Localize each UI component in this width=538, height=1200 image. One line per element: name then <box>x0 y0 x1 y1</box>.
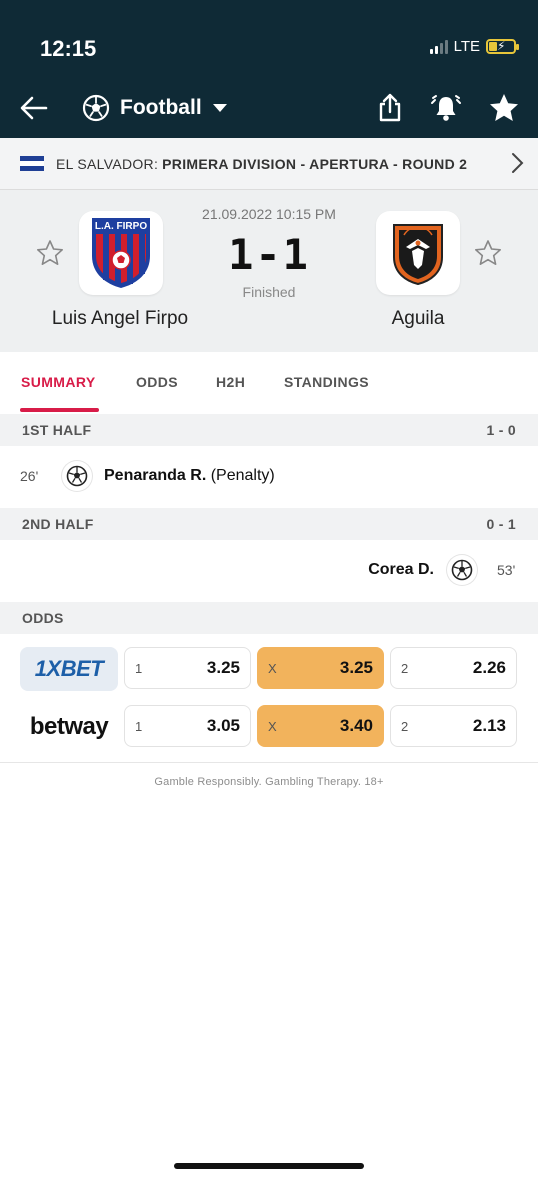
battery-icon: ⚡ <box>486 39 519 54</box>
odds-label-draw: X <box>268 719 277 734</box>
aguila-crest-icon <box>393 224 443 285</box>
share-icon[interactable] <box>374 92 406 124</box>
odds-label-draw: X <box>268 661 277 676</box>
goal-detail: (Penalty) <box>210 467 275 484</box>
goal-ball-icon <box>447 555 477 585</box>
odds-label-home: 1 <box>135 661 143 676</box>
tab-odds[interactable]: ODDS <box>136 374 178 390</box>
bell-icon[interactable] <box>430 92 462 124</box>
chevron-right-icon <box>512 153 524 173</box>
second-half-score: 0 - 1 <box>486 516 516 532</box>
el-salvador-flag-icon <box>20 155 44 172</box>
gamble-responsibly-note[interactable]: Gamble Responsibly. Gambling Therapy. 18… <box>0 776 538 788</box>
odds-cell-away[interactable]: 2 2.26 <box>390 647 517 689</box>
event-minute: 26' <box>20 468 39 484</box>
status-time: 12:15 <box>40 36 97 61</box>
odds-value-home: 3.25 <box>206 658 240 677</box>
bookmaker-name: betway <box>29 713 109 740</box>
odds-value-away: 2.13 <box>472 716 506 735</box>
home-indicator[interactable] <box>174 1163 364 1169</box>
bookmaker-name: 1XBET <box>34 656 104 681</box>
event-row-home-goal[interactable]: 26' Penaranda R. (Penalty) <box>0 446 538 508</box>
chevron-down-icon <box>212 104 227 112</box>
tab-standings[interactable]: STANDINGS <box>284 374 369 390</box>
top-bar: 12:15 LTE ⚡ Football <box>0 0 538 138</box>
goal-ball-icon <box>62 461 92 491</box>
tab-h2h[interactable]: H2H <box>216 374 245 390</box>
odds-row-betway: betway 1 3.05 X 3.40 2 2.13 <box>0 705 538 749</box>
match-header: L.A. FIRPO Luis Angel Firpo 21.09.2022 1… <box>0 190 538 352</box>
signal-icon <box>429 39 448 54</box>
event-player[interactable]: Penaranda R. (Penalty) <box>104 467 275 485</box>
first-half-score: 1 - 0 <box>486 422 516 438</box>
odds-value-draw: 3.25 <box>339 658 373 677</box>
tab-summary[interactable]: SUMMARY <box>21 374 96 390</box>
bookmaker-betway-logo[interactable]: betway <box>20 705 118 749</box>
odds-divider <box>0 762 538 763</box>
second-half-label: 2ND HALF <box>22 516 94 532</box>
odds-label-home: 1 <box>135 719 143 734</box>
odds-cell-home[interactable]: 1 3.05 <box>124 705 251 747</box>
status-indicators: LTE ⚡ <box>429 38 519 55</box>
odds-cell-home[interactable]: 1 3.25 <box>124 647 251 689</box>
odds-row-1xbet: 1XBET 1 3.25 X 3.25 2 2.26 <box>0 647 538 691</box>
event-minute: 53' <box>497 562 516 578</box>
match-tabs: SUMMARY ODDS H2H STANDINGS <box>0 352 538 414</box>
odds-cell-draw[interactable]: X 3.40 <box>257 705 384 747</box>
second-half-header: 2ND HALF 0 - 1 <box>0 508 538 540</box>
scorer-name: Penaranda R. <box>104 467 207 484</box>
sport-selector[interactable]: Football <box>82 92 228 124</box>
scorer-name: Corea D. <box>368 561 434 578</box>
away-favorite-star-icon[interactable] <box>473 238 503 268</box>
odds-value-home: 3.05 <box>206 716 240 735</box>
league-country: EL SALVADOR: <box>56 155 159 172</box>
away-team-name[interactable]: Aguila <box>318 308 518 330</box>
first-half-label: 1ST HALF <box>22 422 92 438</box>
back-arrow-icon[interactable] <box>18 92 50 124</box>
sport-label: Football <box>120 96 202 119</box>
bookmaker-1xbet-logo[interactable]: 1XBET <box>20 647 118 691</box>
odds-label: ODDS <box>22 610 64 626</box>
network-label: LTE <box>453 38 480 55</box>
event-player[interactable]: Corea D. <box>368 561 434 579</box>
odds-label-away: 2 <box>401 661 409 676</box>
odds-value-draw: 3.40 <box>339 716 373 735</box>
event-row-away-goal[interactable]: Corea D. 53' <box>0 540 538 602</box>
league-bar[interactable]: EL SALVADOR: PRIMERA DIVISION - APERTURA… <box>0 138 538 190</box>
app-screen: 12:15 LTE ⚡ Football EL SALVADOR: PRIMER… <box>0 0 538 1200</box>
nav-bar: Football <box>0 80 538 136</box>
league-competition: PRIMERA DIVISION - APERTURA - ROUND 2 <box>162 155 468 172</box>
star-icon[interactable] <box>488 92 520 124</box>
home-team-name[interactable]: Luis Angel Firpo <box>20 308 220 330</box>
odds-cell-away[interactable]: 2 2.13 <box>390 705 517 747</box>
away-team-crest[interactable] <box>376 211 460 295</box>
odds-header: ODDS <box>0 602 538 634</box>
football-icon <box>82 94 110 122</box>
odds-cell-draw[interactable]: X 3.25 <box>257 647 384 689</box>
first-half-header: 1ST HALF 1 - 0 <box>0 414 538 446</box>
odds-value-away: 2.26 <box>472 658 506 677</box>
odds-label-away: 2 <box>401 719 409 734</box>
active-tab-indicator <box>20 408 99 412</box>
